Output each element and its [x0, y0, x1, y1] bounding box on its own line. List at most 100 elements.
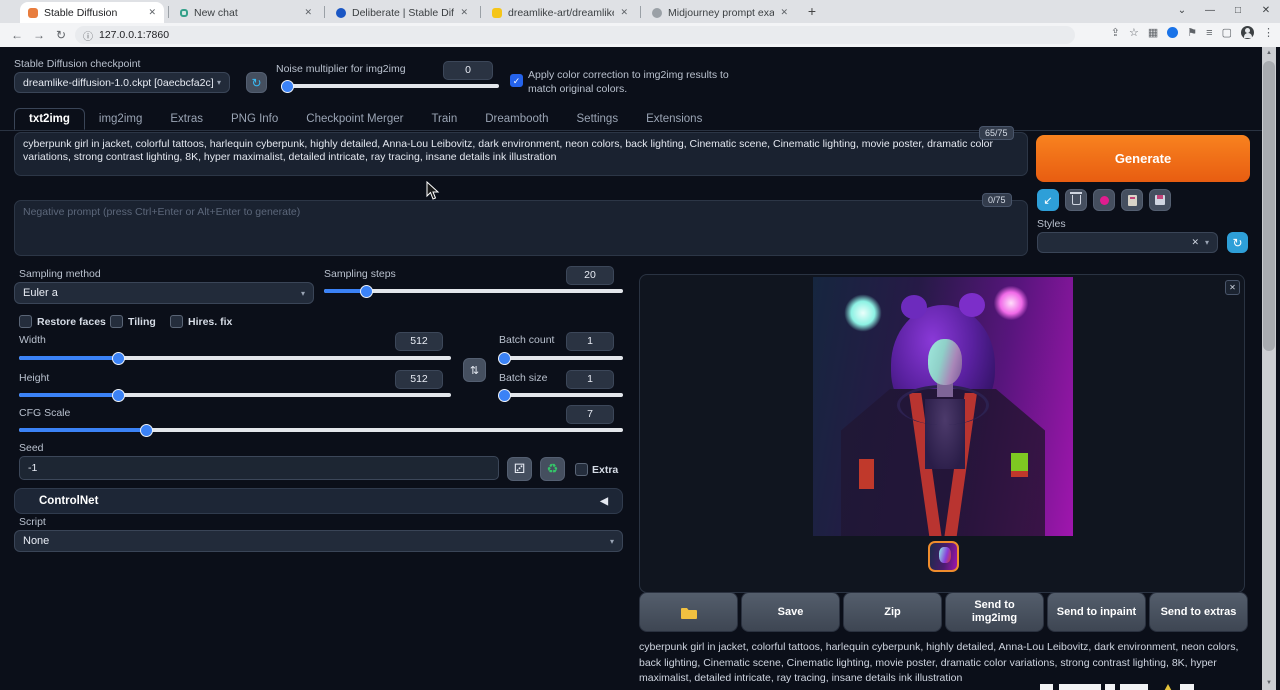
- chatgpt-favicon: [180, 9, 188, 17]
- apply-styles-button[interactable]: [1121, 189, 1143, 211]
- page-scrollbar[interactable]: ▲ ▼: [1262, 47, 1276, 690]
- tab-extras[interactable]: Extras: [156, 109, 217, 129]
- swap-dimensions-button[interactable]: ⇅: [463, 358, 486, 382]
- tab-separator: [324, 6, 325, 18]
- scroll-down-arrow[interactable]: ▼: [1262, 677, 1276, 690]
- seed-input[interactable]: -1: [19, 456, 499, 480]
- star-fragment: [1162, 684, 1174, 690]
- styles-select[interactable]: ✕ ▾: [1037, 232, 1218, 253]
- tab-settings[interactable]: Settings: [563, 109, 633, 129]
- batch-count-slider[interactable]: [499, 356, 623, 360]
- bookmark-star-icon[interactable]: ☆: [1129, 26, 1139, 39]
- refresh-styles-button[interactable]: ↻: [1227, 232, 1248, 253]
- gallery-thumbnail-selected[interactable]: [928, 541, 959, 572]
- read-parameters-button[interactable]: ↙: [1037, 189, 1059, 211]
- tiling-checkbox[interactable]: [110, 315, 123, 328]
- tab-extensions[interactable]: Extensions: [632, 109, 716, 129]
- window-minimize-button[interactable]: —: [1196, 0, 1224, 22]
- controlnet-accordion[interactable]: ControlNet ◀: [14, 488, 623, 514]
- width-input[interactable]: 512: [395, 332, 443, 351]
- extensions-pin-icon[interactable]: ⚑: [1187, 26, 1197, 39]
- collapse-arrow-icon: ◀: [600, 496, 608, 507]
- grid-icon[interactable]: ▦: [1148, 26, 1158, 39]
- generate-button[interactable]: Generate: [1036, 135, 1250, 182]
- browser-tab-strip: Stable Diffusion ✕ New chat ✕ Deliberate…: [0, 0, 1280, 23]
- scrollbar-thumb[interactable]: [1263, 61, 1275, 351]
- tab-train[interactable]: Train: [417, 109, 471, 129]
- address-bar[interactable]: ⓘ 127.0.0.1:7860: [75, 26, 1075, 44]
- back-button[interactable]: ←: [6, 28, 28, 42]
- tab-title: Stable Diffusion: [44, 7, 117, 19]
- send-to-img2img-button[interactable]: Send to img2img: [945, 592, 1044, 632]
- open-folder-button[interactable]: [639, 592, 738, 632]
- cfg-scale-input[interactable]: 7: [566, 405, 614, 424]
- width-slider[interactable]: [19, 356, 451, 360]
- script-select[interactable]: None ▾: [14, 530, 623, 552]
- prompt-input[interactable]: cyberpunk girl in jacket, colorful tatto…: [14, 132, 1028, 176]
- tab-close-icon[interactable]: ✕: [304, 7, 312, 18]
- sampling-steps-input[interactable]: 20: [566, 266, 614, 285]
- tab-img2img[interactable]: img2img: [85, 109, 156, 129]
- browser-tab-new-chat[interactable]: New chat ✕: [172, 2, 320, 23]
- browser-menu-icon[interactable]: ⋮: [1263, 26, 1274, 39]
- window-maximize-button[interactable]: □: [1224, 0, 1252, 22]
- batch-size-input[interactable]: 1: [566, 370, 614, 389]
- forward-button[interactable]: →: [28, 28, 50, 42]
- restore-faces-checkbox[interactable]: [19, 315, 32, 328]
- side-panel-icon[interactable]: ▢: [1222, 26, 1232, 39]
- hires-fix-checkbox[interactable]: [170, 315, 183, 328]
- tab-txt2img[interactable]: txt2img: [14, 108, 85, 130]
- browser-tab-deliberate[interactable]: Deliberate | Stable Diffusion Che ✕: [328, 2, 476, 23]
- zip-button[interactable]: Zip: [843, 592, 942, 632]
- clear-prompt-button[interactable]: [1065, 189, 1087, 211]
- random-seed-button[interactable]: ⚂: [507, 457, 532, 481]
- color-correction-checkbox[interactable]: ✓: [510, 74, 523, 87]
- site-info-icon[interactable]: ⓘ: [83, 28, 93, 43]
- browser-tab-stable-diffusion[interactable]: Stable Diffusion ✕: [20, 2, 164, 23]
- height-input[interactable]: 512: [395, 370, 443, 389]
- close-gallery-button[interactable]: ✕: [1225, 280, 1240, 295]
- reading-list-icon[interactable]: ≡: [1206, 27, 1212, 39]
- refresh-checkpoint-button[interactable]: ↻: [246, 72, 267, 93]
- window-close-button[interactable]: ✕: [1252, 0, 1280, 22]
- share-icon[interactable]: ⇪: [1111, 26, 1120, 39]
- reload-button[interactable]: ↻: [50, 28, 72, 42]
- noise-multiplier-input[interactable]: 0: [443, 61, 493, 80]
- noise-multiplier-label: Noise multiplier for img2img: [276, 63, 406, 75]
- save-button[interactable]: Save: [741, 592, 840, 632]
- extra-seed-checkbox[interactable]: [575, 463, 588, 476]
- tab-close-icon[interactable]: ✕: [780, 7, 788, 18]
- script-label: Script: [19, 516, 46, 528]
- sampling-steps-slider[interactable]: [324, 289, 623, 293]
- tab-dreambooth[interactable]: Dreambooth: [471, 109, 562, 129]
- tab-checkpoint-merger[interactable]: Checkpoint Merger: [292, 109, 417, 129]
- batch-size-slider[interactable]: [499, 393, 623, 397]
- browser-tab-midjourney[interactable]: Midjourney prompt examples : L ✕: [644, 2, 796, 23]
- tab-close-icon[interactable]: ✕: [460, 7, 468, 18]
- browser-tab-dreamlike[interactable]: dreamlike-art/dreamlike-diffusio ✕: [484, 2, 636, 23]
- send-to-inpaint-button[interactable]: Send to inpaint: [1047, 592, 1146, 632]
- batch-count-input[interactable]: 1: [566, 332, 614, 351]
- new-tab-button[interactable]: +: [802, 3, 822, 21]
- send-to-extras-button[interactable]: Send to extras: [1149, 592, 1248, 632]
- scroll-up-arrow[interactable]: ▲: [1262, 47, 1276, 60]
- sampling-method-value: Euler a: [23, 287, 58, 299]
- generated-image[interactable]: [813, 277, 1073, 536]
- height-slider[interactable]: [19, 393, 451, 397]
- window-menu-button[interactable]: ⌄: [1168, 0, 1196, 22]
- tab-png-info[interactable]: PNG Info: [217, 109, 292, 129]
- tab-close-icon[interactable]: ✕: [148, 7, 156, 18]
- show-extra-networks-button[interactable]: [1093, 189, 1115, 211]
- save-style-button[interactable]: [1149, 189, 1171, 211]
- sampling-method-select[interactable]: Euler a ▾: [14, 282, 314, 304]
- checkpoint-select[interactable]: dreamlike-diffusion-1.0.ckpt [0aecbcfa2c…: [14, 72, 230, 93]
- cfg-scale-slider[interactable]: [19, 428, 623, 432]
- clear-icon[interactable]: ✕: [1191, 237, 1199, 248]
- tab-close-icon[interactable]: ✕: [620, 7, 628, 18]
- noise-multiplier-slider[interactable]: [281, 84, 499, 88]
- profile-avatar[interactable]: [1241, 26, 1254, 39]
- negative-prompt-input[interactable]: [14, 200, 1028, 256]
- reuse-seed-button[interactable]: ♻: [540, 457, 565, 481]
- extension-blue-icon[interactable]: [1167, 27, 1178, 38]
- extra-seed-label: Extra: [592, 464, 618, 476]
